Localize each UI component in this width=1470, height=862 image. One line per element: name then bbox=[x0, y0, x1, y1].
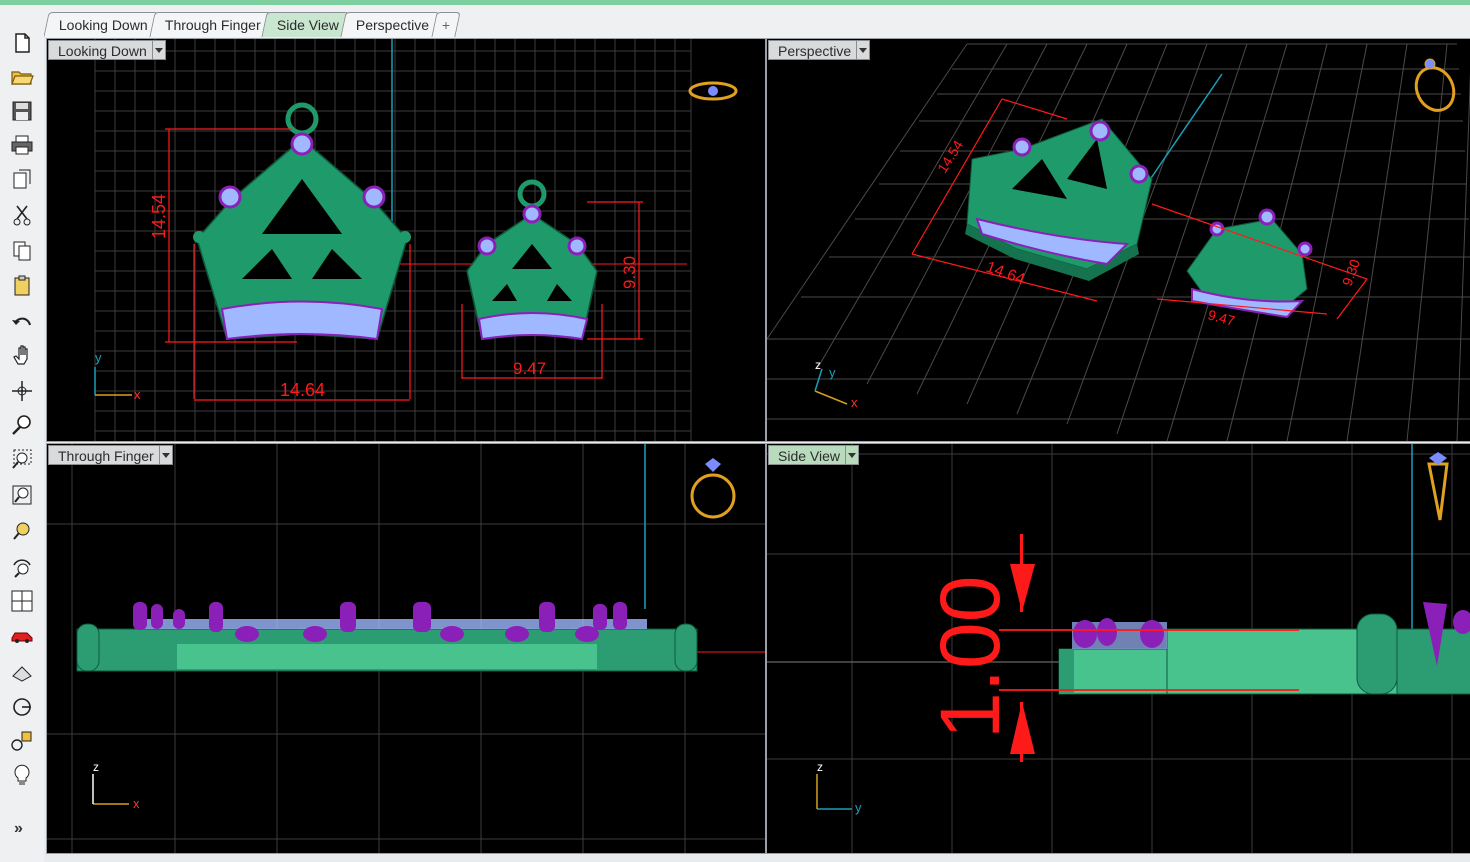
viewport-menu-arrow-icon[interactable] bbox=[857, 40, 871, 60]
new-file-icon[interactable] bbox=[7, 28, 37, 58]
axis-label-z: z bbox=[817, 760, 823, 774]
axis-label-y: y bbox=[855, 800, 862, 815]
axis-label-z: z bbox=[93, 760, 99, 774]
ring-orientation-icon bbox=[688, 81, 738, 101]
viewport-title-side-view[interactable]: Side View bbox=[768, 445, 860, 465]
dimension-label-small-width: 9.47 bbox=[1206, 306, 1237, 329]
tab-perspective[interactable]: Perspective bbox=[340, 12, 441, 37]
zoom-window-icon[interactable] bbox=[7, 444, 37, 474]
large-crown bbox=[193, 102, 411, 341]
dimension-label-width: 14.64 bbox=[280, 380, 325, 400]
viewport-menu-arrow-icon[interactable] bbox=[846, 445, 860, 465]
shapes-icon[interactable] bbox=[7, 726, 37, 756]
copy-document-icon[interactable] bbox=[7, 164, 37, 194]
perspective-scene: 14.54 14.64 9.30 9.47 z y x bbox=[767, 43, 1470, 441]
undo-icon[interactable] bbox=[7, 308, 37, 338]
viewport-looking-down[interactable]: Looking Down 14.54 14.64 9.30 9.47 y x bbox=[46, 38, 766, 442]
viewport-title-looking-down[interactable]: Looking Down bbox=[48, 40, 166, 60]
dimension-label-width: 14.64 bbox=[984, 259, 1028, 289]
viewport-through-finger[interactable]: Through Finger z x bbox=[46, 443, 766, 854]
print-icon[interactable] bbox=[7, 130, 37, 160]
axis-label-x: x bbox=[851, 395, 858, 410]
rotate-view-icon[interactable] bbox=[7, 376, 37, 406]
zoom-extents-icon[interactable] bbox=[7, 480, 37, 510]
tab-side-view[interactable]: Side View bbox=[261, 12, 351, 37]
circle-target-icon[interactable] bbox=[7, 692, 37, 722]
dimension-label-height: 14.54 bbox=[149, 194, 169, 239]
side-crown-body bbox=[1058, 613, 1470, 695]
axis-label-y: y bbox=[829, 365, 836, 380]
paste-icon[interactable] bbox=[7, 271, 37, 301]
tab-through-finger[interactable]: Through Finger bbox=[149, 12, 272, 37]
open-folder-icon[interactable] bbox=[7, 62, 37, 92]
viewport-title-perspective[interactable]: Perspective bbox=[768, 40, 871, 60]
cut-icon[interactable] bbox=[7, 200, 37, 230]
ring-orientation-icon bbox=[690, 458, 736, 519]
add-tab-button[interactable]: + bbox=[430, 12, 461, 37]
axis-label-x: x bbox=[133, 796, 140, 811]
viewport-perspective[interactable]: Perspective 14.54 14.64 9.30 9.47 z y x bbox=[766, 38, 1470, 442]
plus-icon: + bbox=[441, 17, 450, 33]
viewport-title-through-finger[interactable]: Through Finger bbox=[48, 445, 173, 465]
tab-looking-down[interactable]: Looking Down bbox=[43, 12, 159, 37]
dimension-label-small-width: 9.47 bbox=[513, 359, 546, 378]
small-crown bbox=[466, 179, 598, 341]
viewport-side-view[interactable]: Side View 1.00 z y bbox=[766, 443, 1470, 854]
ring-orientation-icon bbox=[1414, 58, 1456, 112]
dimension-label-small-height: 9.30 bbox=[620, 256, 639, 289]
viewport-menu-arrow-icon[interactable] bbox=[159, 445, 173, 465]
pan-hand-icon[interactable] bbox=[7, 340, 37, 370]
top-view-scene: 14.54 14.64 9.30 9.47 y x bbox=[94, 39, 738, 441]
camera-plane-icon[interactable] bbox=[7, 658, 37, 688]
save-icon[interactable] bbox=[7, 96, 37, 126]
front-view-scene: z x bbox=[47, 444, 765, 853]
zoom-icon[interactable] bbox=[7, 410, 37, 440]
light-bulb-icon[interactable] bbox=[7, 760, 37, 790]
four-viewports-icon[interactable] bbox=[7, 586, 37, 616]
dimension-label-thickness: 1.00 bbox=[923, 576, 1017, 740]
toolbar-more-button[interactable]: » bbox=[14, 820, 23, 838]
axis-label-z: z bbox=[815, 358, 821, 372]
axis-label-x: x bbox=[134, 387, 141, 402]
axis-label-y: y bbox=[95, 350, 102, 365]
rotate-zoom-icon[interactable] bbox=[7, 552, 37, 582]
viewport-tabs: Looking Down Through Finger Side View Pe… bbox=[43, 12, 461, 38]
zoom-selected-icon[interactable] bbox=[7, 516, 37, 546]
side-view-scene: 1.00 z y bbox=[767, 444, 1470, 853]
viewport-menu-arrow-icon[interactable] bbox=[152, 40, 166, 60]
dimension-label-small-height: 9.30 bbox=[1339, 257, 1363, 288]
car-icon[interactable] bbox=[7, 620, 37, 650]
ring-orientation-icon bbox=[1427, 452, 1449, 521]
perspective-small-crown bbox=[1186, 208, 1313, 319]
copy-icon[interactable] bbox=[7, 236, 37, 266]
left-toolbar: » bbox=[0, 20, 44, 862]
